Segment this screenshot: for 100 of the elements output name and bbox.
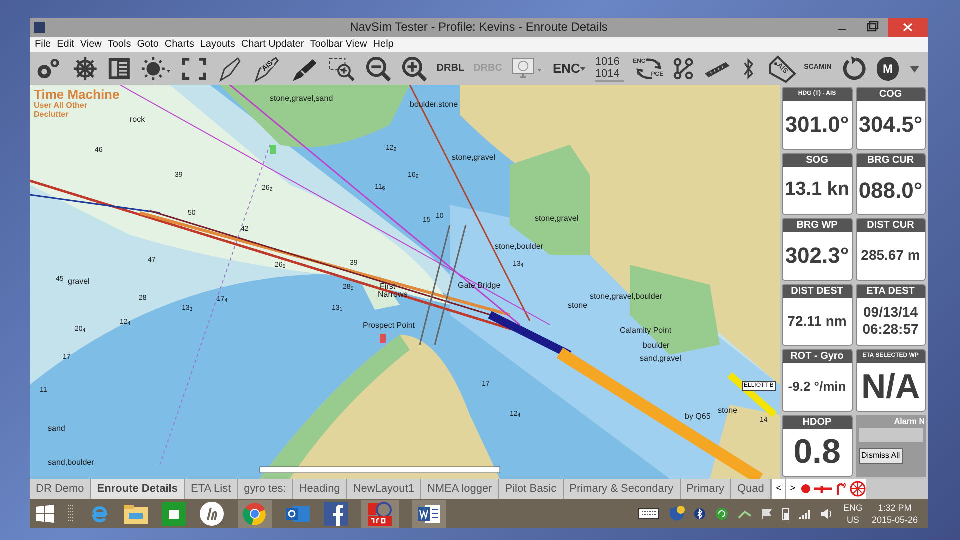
dropdown-icon[interactable] (908, 64, 920, 74)
social-f-icon[interactable] (324, 502, 348, 526)
layout-tab[interactable]: Primary (680, 479, 732, 499)
tab-scroll-button[interactable]: < (771, 479, 786, 499)
layout-tab[interactable]: NMEA logger (421, 479, 500, 499)
zoom-in-icon[interactable] (401, 54, 428, 82)
layout-tab[interactable]: DR Demo (30, 479, 92, 499)
map-label: stone (718, 407, 738, 415)
layout-tab[interactable]: Enroute Details (91, 479, 185, 499)
refresh-icon[interactable] (840, 54, 868, 82)
readout-value: 304.5° (858, 111, 923, 138)
zoom-out-icon[interactable] (365, 54, 392, 82)
menu-item[interactable]: Goto (137, 37, 159, 52)
overlay-title: Time Machine (34, 88, 120, 101)
buoy-marker (270, 145, 276, 154)
layout-tab[interactable]: Heading (293, 479, 348, 499)
tab-scroll-button[interactable]: > (785, 479, 800, 499)
caret-icon (580, 66, 586, 72)
battery-icon[interactable] (782, 506, 790, 520)
readout-value: 72.11 nm (788, 312, 847, 330)
map-label: stone,gravel (535, 215, 579, 223)
compass-rose-icon (850, 481, 866, 497)
helm-wheel-icon[interactable] (72, 54, 98, 82)
alarm-list (858, 428, 923, 442)
volume-icon[interactable] (820, 508, 834, 520)
readout-label: COG (856, 88, 925, 101)
layout-tab[interactable]: ETA List (184, 479, 238, 499)
signal-line-icon (814, 484, 832, 494)
readout-label: ETA DEST (856, 284, 925, 298)
layout-tab[interactable]: Primary & Secondary (564, 479, 681, 499)
readout-value: 06:28:57 (862, 321, 919, 339)
menu-item[interactable]: Tools (108, 37, 132, 52)
map-label: Prospect Point (363, 322, 416, 330)
map-label: stone (568, 302, 588, 310)
folder-icon[interactable] (123, 502, 149, 524)
task-view-icon[interactable] (67, 504, 75, 524)
start-button[interactable] (36, 504, 54, 522)
clock-date[interactable]: 2015-05-26 (872, 514, 918, 526)
menu-item[interactable]: Charts (164, 37, 194, 52)
readout-label: BRG WP (783, 219, 852, 232)
map-label: stone,gravel (452, 154, 496, 162)
circle-logo-icon[interactable] (199, 500, 225, 526)
app-badge-icon[interactable] (366, 500, 394, 526)
scale-bottom-text: 1014 (595, 68, 621, 80)
close-button[interactable] (888, 18, 928, 37)
round-browser-icon[interactable] (243, 502, 267, 526)
map-label: Calamity Point (620, 327, 672, 335)
readout-label: DIST CUR (856, 219, 925, 232)
map-label: sand,gravel (640, 355, 682, 363)
readout-value: N/A (861, 366, 920, 408)
route-icon[interactable] (672, 56, 694, 82)
store-bag-icon[interactable] (162, 502, 186, 526)
menu-item[interactable]: Chart Updater (241, 37, 304, 52)
overlay-text: Declutter (34, 111, 70, 119)
bluetooth-icon[interactable] (694, 508, 706, 520)
enc-button[interactable]: ENC (552, 58, 580, 78)
readout-value: 09/13/14 (864, 304, 918, 322)
menu-item[interactable]: File (35, 37, 52, 52)
map-label: stone,boulder (495, 243, 544, 251)
region-text[interactable]: US (846, 514, 860, 526)
shield-alert-icon[interactable] (669, 506, 686, 522)
dismiss-all-button[interactable]: Dismiss All (858, 448, 904, 464)
antenna-icon (835, 482, 848, 496)
flag-icon[interactable] (761, 508, 774, 520)
readout-label: BRG CUR (856, 154, 925, 166)
layout-tab[interactable]: gyro tes: (238, 479, 294, 499)
overlay-text: User All Other (34, 102, 88, 110)
language-text[interactable]: ENG (843, 502, 863, 514)
readout-value: 301.0° (785, 111, 850, 138)
boat-outline-icon[interactable] (216, 54, 244, 82)
menu-item[interactable]: Edit (57, 37, 74, 52)
buoy-marker (380, 334, 386, 343)
sync-icon[interactable] (715, 506, 730, 520)
menu-item[interactable]: Toolbar View (310, 37, 368, 52)
tag-icon (766, 54, 797, 82)
map-label: sand (48, 425, 66, 433)
signal-icon[interactable] (799, 508, 812, 520)
readout-label: ROT - Gyro (783, 350, 852, 363)
readout-label: SOG (783, 154, 852, 166)
m-button[interactable]: M (876, 56, 900, 80)
readout-label: DIST DEST (783, 284, 852, 298)
map-label: by Q65 (685, 413, 711, 421)
panel-layout-icon[interactable] (107, 56, 132, 82)
menu-item[interactable]: View (80, 37, 102, 52)
keyboard-icon[interactable] (638, 508, 660, 520)
readout-value: 13.1 kn (785, 178, 850, 202)
layout-tab[interactable]: NewLayout1 (347, 479, 422, 499)
scale-top-text: 1016 (595, 56, 621, 68)
clock-time[interactable]: 1:32 PM (878, 502, 912, 514)
drbl-button[interactable]: DRBL (436, 61, 465, 76)
layout-tab[interactable]: Quad (731, 479, 772, 499)
menu-item[interactable]: Layouts (200, 37, 236, 52)
readout-value: 285.67 m (861, 247, 920, 264)
menu-item[interactable]: Help (373, 37, 394, 52)
layout-tab[interactable]: Pilot Basic (499, 479, 564, 499)
status-dot-icon (801, 484, 812, 494)
brightness-icon[interactable] (141, 54, 172, 82)
map-label: sand,boulder (48, 459, 94, 467)
map-label: boulder (643, 342, 670, 350)
fullscreen-icon[interactable] (180, 56, 208, 82)
